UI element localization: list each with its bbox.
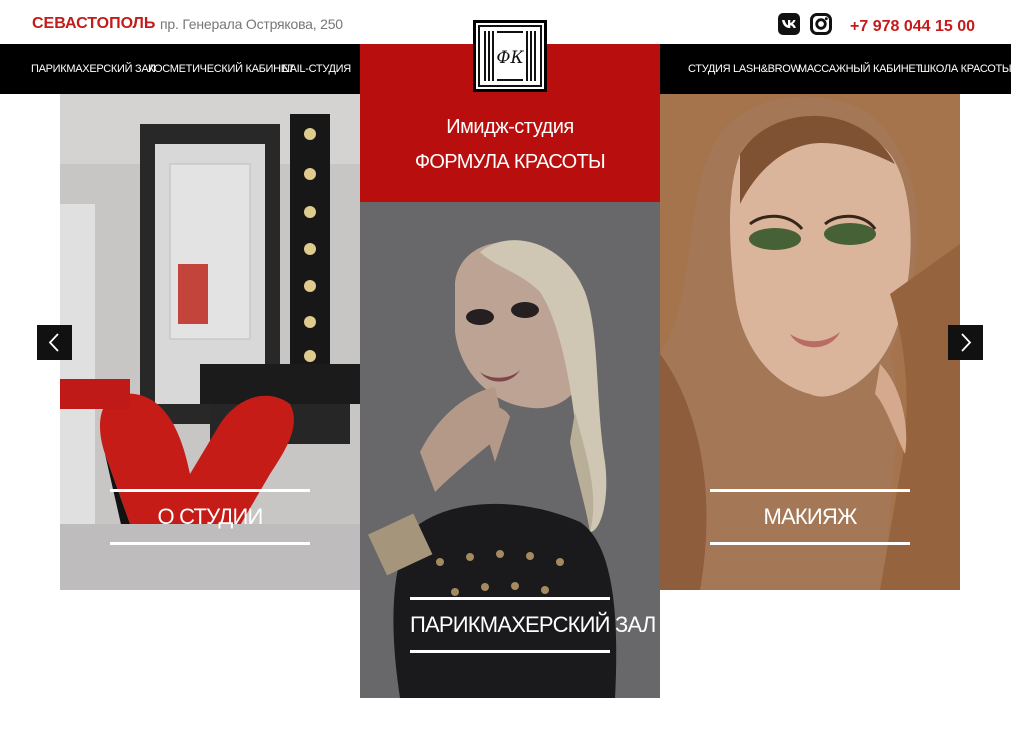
slider-prev-button[interactable] <box>37 325 72 360</box>
vk-icon[interactable] <box>778 13 800 35</box>
nav-item-beauty-school[interactable]: ШКОЛА КРАСОТЫ <box>920 44 1011 94</box>
about-studio-label: О СТУДИИ <box>110 489 310 545</box>
hair-salon-label: ПАРИКМАХЕРСКИЙ ЗАЛ <box>410 597 656 653</box>
brand-logo[interactable]: ФК <box>473 20 547 92</box>
nav-item-cosmetology[interactable]: КОСМЕТИЧЕСКИЙ КАБИНЕТ <box>148 44 295 94</box>
card-about-studio[interactable]: О СТУДИИ <box>60 94 360 590</box>
address-text: пр. Генерала Острякова, 250 <box>160 16 343 32</box>
svg-text:ФК: ФК <box>496 48 524 68</box>
brand-subtitle: Имидж-студия <box>446 116 574 138</box>
nav-item-nail-studio[interactable]: NAIL-СТУДИЯ <box>282 44 351 94</box>
card-hair-salon[interactable]: ПАРИКМАХЕРСКИЙ ЗАЛ <box>360 202 660 698</box>
chevron-right-icon <box>961 333 972 352</box>
card-makeup[interactable]: МАКИЯЖ <box>660 94 960 590</box>
city-link[interactable]: СЕВАСТОПОЛЬ <box>32 15 155 33</box>
nav-item-hair-salon[interactable]: ПАРИКМАХЕРСКИЙ ЗАЛ <box>31 44 156 94</box>
phone-link[interactable]: +7 978 044 15 00 <box>850 18 975 36</box>
brand-title: ФОРМУЛА КРАСОТЫ <box>414 151 606 173</box>
makeup-label: МАКИЯЖ <box>710 489 910 545</box>
instagram-icon[interactable] <box>810 13 832 35</box>
nav-item-massage[interactable]: МАССАЖНЫЙ КАБИНЕТ <box>798 44 922 94</box>
nav-item-lash-brow[interactable]: СТУДИЯ LASH&BROW <box>688 44 801 94</box>
chevron-left-icon <box>48 333 59 352</box>
slider-next-button[interactable] <box>948 325 983 360</box>
brand-block: ФК Имидж-студия ФОРМУЛА КРАСОТЫ <box>360 20 660 202</box>
